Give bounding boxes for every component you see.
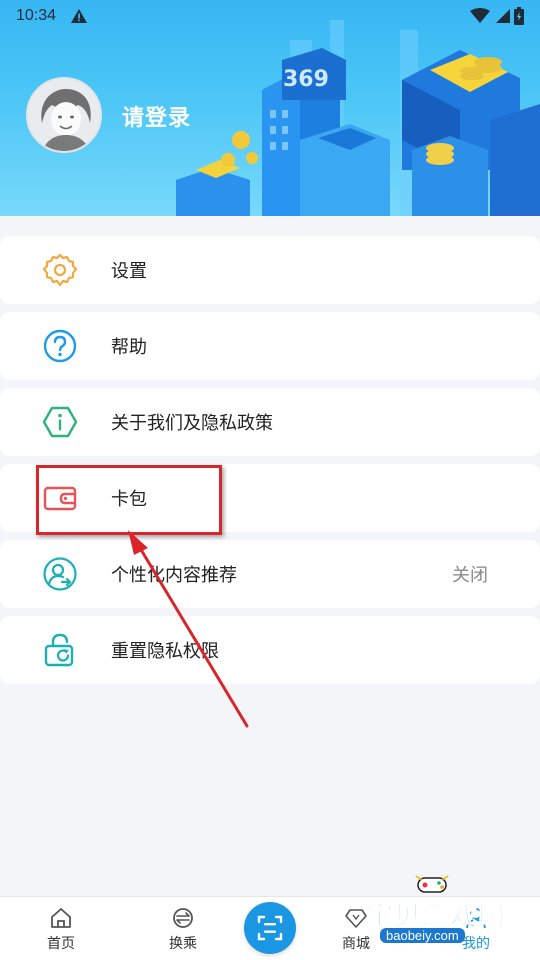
- nav-label-profile: 我的: [462, 936, 490, 952]
- nav-transfer[interactable]: 换乘: [143, 897, 223, 960]
- menu-label-about-privacy: 关于我们及隐私政策: [111, 413, 273, 434]
- status-time: 10:34: [16, 7, 57, 24]
- gamepad-icon: [415, 875, 449, 893]
- question-icon: [43, 329, 77, 363]
- menu-item-reset-privacy[interactable]: 重置隐私权限: [0, 616, 540, 684]
- wifi-icon: [470, 8, 490, 23]
- menu-label-reset-privacy: 重置隐私权限: [111, 641, 219, 662]
- menu-item-personalized-recommend[interactable]: 个性化内容推荐 关闭: [0, 540, 540, 608]
- status-bar: 10:34: [0, 0, 540, 32]
- scan-icon: [257, 915, 283, 941]
- battery-icon: [514, 7, 524, 25]
- nav-label-shop: 商城: [342, 936, 370, 952]
- nav-label-transfer: 换乘: [169, 936, 197, 952]
- recommend-status-value[interactable]: 关闭: [452, 561, 488, 587]
- nav-label-home: 首页: [47, 936, 75, 952]
- menu-label-help: 帮助: [111, 337, 147, 358]
- profile-icon: [466, 908, 486, 929]
- signal-icon: [496, 9, 510, 23]
- nav-shop[interactable]: 商城: [316, 897, 396, 960]
- shop-icon: [345, 909, 367, 928]
- nav-home[interactable]: 首页: [21, 897, 101, 960]
- menu-label-settings: 设置: [111, 261, 147, 282]
- menu-item-card-wallet[interactable]: 卡包: [0, 464, 540, 532]
- menu-item-about-privacy[interactable]: 关于我们及隐私政策: [0, 388, 540, 456]
- nav-profile[interactable]: 我的: [436, 897, 516, 960]
- profile-header: 369 请登录: [0, 0, 540, 216]
- scan-button[interactable]: [244, 902, 296, 954]
- info-icon: [42, 406, 78, 438]
- menu-label-card-wallet: 卡包: [111, 489, 147, 510]
- user-recommend-icon: [43, 557, 77, 591]
- gear-icon: [42, 253, 78, 287]
- menu-item-help[interactable]: 帮助: [0, 312, 540, 380]
- menu-item-settings[interactable]: 设置: [0, 236, 540, 304]
- wallet-icon: [43, 486, 77, 511]
- transfer-icon: [173, 908, 193, 928]
- menu-label-personalized-recommend: 个性化内容推荐: [111, 565, 237, 586]
- avatar[interactable]: [26, 77, 102, 153]
- login-prompt[interactable]: 请登录: [122, 100, 191, 132]
- warning-icon: [71, 9, 88, 23]
- unlock-icon: [44, 633, 74, 667]
- home-icon: [51, 908, 71, 928]
- building-number: 369: [283, 67, 329, 92]
- settings-menu: 设置 帮助 关于我们及隐私政策 卡包 个性化内容推荐 关闭 重置隐私权限: [0, 236, 540, 692]
